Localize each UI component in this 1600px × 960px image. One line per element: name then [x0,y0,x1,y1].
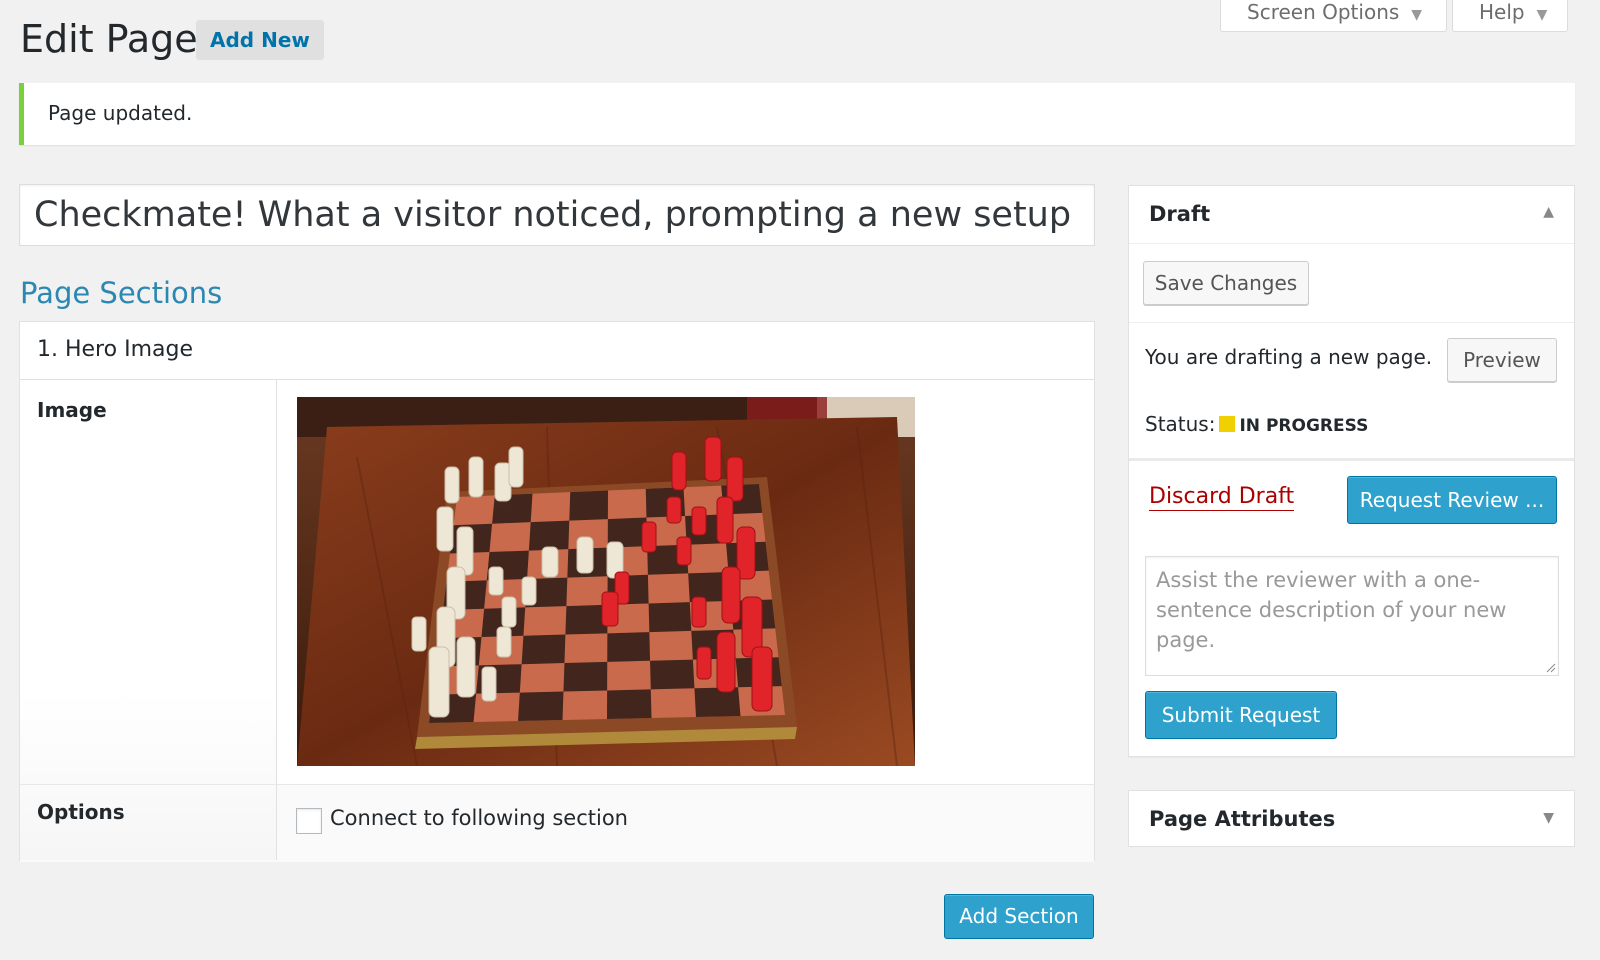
collapse-caret-icon[interactable]: ▲ [1543,204,1554,220]
connect-checkbox[interactable] [296,808,322,834]
save-changes-button[interactable]: Save Changes [1143,261,1309,305]
discard-draft-link[interactable]: Discard Draft [1149,484,1295,511]
status-line: Status: IN PROGRESS [1145,412,1368,436]
chevron-down-icon: ▼ [1536,7,1548,23]
resize-grip-icon[interactable] [1546,663,1556,673]
update-notice: Page updated. [19,83,1575,145]
preview-button[interactable]: Preview [1447,338,1557,382]
section-header[interactable]: 1. Hero Image [20,322,1094,380]
add-section-button[interactable]: Add Section [944,894,1094,939]
submit-request-button[interactable]: Submit Request [1145,691,1337,739]
screen-options-button[interactable]: Screen Options ▼ [1220,0,1448,32]
options-label: Options [37,800,125,824]
chevron-down-icon[interactable]: ▼ [1543,810,1554,826]
draft-panel-title: Draft [1149,202,1211,226]
chess-photo-icon[interactable] [297,397,915,766]
add-new-button[interactable]: Add New [196,20,324,60]
draft-panel: Draft ▲ Save Changes You are drafting a … [1128,185,1575,757]
help-button[interactable]: Help ▼ [1452,0,1569,32]
request-review-button[interactable]: Request Review ... [1347,476,1557,524]
notice-text: Page updated. [48,101,193,125]
page-attributes-title: Page Attributes [1149,807,1336,831]
review-description-field[interactable] [1145,556,1559,676]
title-input[interactable] [20,185,1088,245]
review-description-input[interactable] [1146,557,1558,675]
divider [1129,458,1574,461]
image-label: Image [37,398,107,422]
page-title: Edit Page [20,17,198,61]
divider [1129,322,1574,323]
label-column [20,380,277,860]
status-badge: IN PROGRESS [1239,416,1369,436]
connect-label: Connect to following section [330,806,628,830]
help-label: Help [1479,0,1525,24]
section-title: 1. Hero Image [37,337,193,362]
page-attributes-panel[interactable]: Page Attributes ▼ [1128,790,1575,847]
draft-panel-header[interactable]: Draft ▲ [1129,186,1574,244]
status-label: Status: [1145,412,1216,436]
chevron-down-icon: ▼ [1411,7,1423,23]
screen-options-label: Screen Options [1247,0,1400,24]
drafting-text: You are drafting a new page. [1145,345,1433,369]
section-card: 1. Hero Image Image Options Connect to f… [19,321,1095,862]
row-divider [20,784,1094,785]
status-color-swatch [1219,416,1236,432]
title-field[interactable] [19,184,1095,246]
page-sections-heading: Page Sections [20,276,223,310]
